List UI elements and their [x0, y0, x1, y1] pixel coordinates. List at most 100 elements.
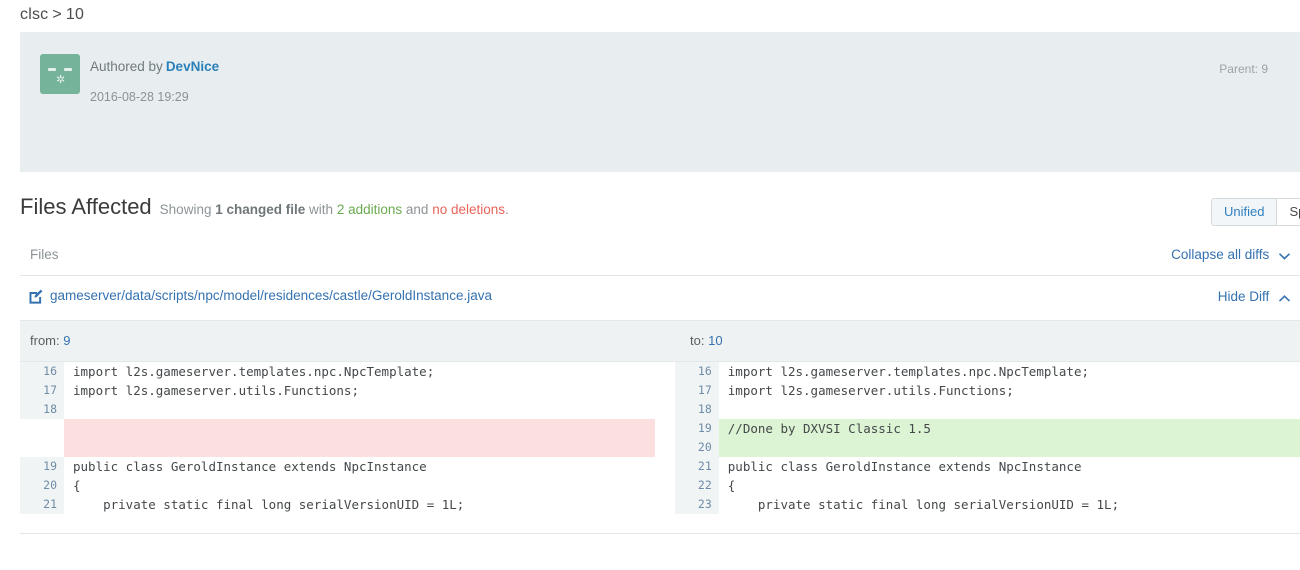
diff-line-code: import l2s.gameserver.utils.Functions; [718, 381, 1300, 400]
summary-period: . [505, 202, 509, 217]
collapse-all-diffs-button[interactable]: Collapse all diffs [1171, 247, 1290, 263]
diff-line-number: 16 [674, 362, 719, 381]
commit-diff-page: clsc >10 ✲ Authored by DevNice 2016-08-28 … [0, 0, 1300, 570]
avatar-eye-left-icon [48, 68, 56, 71]
files-table-header: Files Collapse all diffs [20, 236, 1300, 276]
diff-line: 22{ [674, 476, 1300, 495]
summary-changed-files: 1 changed file [215, 202, 306, 217]
breadcrumb-repo[interactable]: clsc [20, 6, 48, 23]
diff-line [20, 438, 656, 457]
diff-line: 17 import l2s.gameserver.utils.Functions; [674, 381, 1300, 400]
authored-by-line: Authored by DevNice [90, 59, 219, 74]
summary-additions: 2 additions [336, 202, 403, 217]
commit-date: 2016-08-28 19:29 [90, 90, 189, 104]
diff-to-revision: to: 10 [690, 333, 723, 348]
commit-header-banner: ✲ Authored by DevNice 2016-08-28 19:29 Pa… [20, 32, 1300, 172]
diff-line: 16 import l2s.gameserver.templates.npc.Np… [20, 362, 656, 381]
authored-by-label: Authored by [90, 59, 163, 74]
diff-line-code [64, 419, 656, 438]
diff-line: 19 public class GeroldInstance extends Np… [20, 457, 656, 476]
diff-line: 20{ [20, 476, 656, 495]
diff-line-number: 21 [20, 495, 64, 514]
diff-line: 16 import l2s.gameserver.templates.npc.Np… [674, 362, 1300, 381]
avatar-eye-right-icon [64, 68, 72, 71]
diff-line: 21 public class GeroldInstance extends Np… [674, 457, 1300, 476]
diff-line-code: { [718, 476, 1300, 495]
diff-from-value[interactable]: 9 [63, 333, 70, 348]
breadcrumb-separator: > [52, 6, 62, 23]
collapse-all-diffs-label: Collapse all diffs [1171, 247, 1270, 262]
avatar: ✲ [40, 54, 80, 94]
diff-line-code: import l2s.gameserver.templates.npc.NpcT… [64, 362, 656, 381]
summary-with: with [309, 202, 334, 217]
diff-line-code [64, 438, 656, 457]
diff-line-number: 16 [20, 362, 64, 381]
diff-line: 23 private static final long serialVersi… [674, 495, 1300, 514]
diff-line: 20 [674, 438, 1300, 457]
summary-and: and [405, 202, 429, 217]
file-edit-icon [28, 289, 43, 304]
diff-block: from: 9 to: 10 16 import l2s.gameserver.t… [20, 320, 1300, 514]
diff-line: 17 import l2s.gameserver.utils.Functions; [20, 381, 656, 400]
breadcrumb-revision[interactable]: 10 [66, 6, 84, 23]
diff-pane-right: 16 import l2s.gameserver.templates.npc.Np… [674, 362, 1300, 514]
diff-line-number [20, 438, 64, 457]
diff-line-code: import l2s.gameserver.templates.npc.NpcT… [718, 362, 1300, 381]
page-title: Files Affected [20, 194, 152, 219]
diff-line-code [718, 438, 1300, 457]
diff-revision-bar: from: 9 to: 10 [20, 321, 1300, 362]
diff-line-number: 23 [674, 495, 719, 514]
diff-line-number: 17 [674, 381, 719, 400]
diff-line-code: public class GeroldInstance extends NpcI… [64, 457, 656, 476]
chevron-down-icon [1279, 248, 1290, 263]
diff-line: 18 [20, 400, 656, 419]
diff-from-label: from: [30, 333, 60, 348]
diff-line-number: 18 [674, 400, 719, 419]
diff-line-code: import l2s.gameserver.utils.Functions; [64, 381, 656, 400]
diff-line-number: 19 [674, 419, 719, 438]
diff-line-code: private static final long serialVersionU… [718, 495, 1300, 514]
diff-line: 21 private static final long serialVersi… [20, 495, 656, 514]
diff-panes: 16 import l2s.gameserver.templates.npc.Np… [20, 362, 1300, 514]
parent-revision: Parent: 9 [1219, 62, 1268, 76]
diff-line-code: private static final long serialVersionU… [64, 495, 656, 514]
diff-pane-left: 16 import l2s.gameserver.templates.npc.Np… [20, 362, 656, 514]
diff-pane-divider [655, 362, 675, 514]
diff-from-revision: from: 9 [30, 333, 70, 348]
diff-line-code: { [64, 476, 656, 495]
avatar-mouth-icon: ✲ [56, 74, 66, 86]
file-row: gameserver/data/scripts/npc/model/reside… [20, 283, 1300, 315]
diff-line-code [718, 400, 1300, 419]
tab-split[interactable]: Split [1277, 199, 1300, 225]
files-affected-heading: Files Affected Showing 1 changed file wit… [20, 194, 509, 220]
diff-line-number: 20 [674, 438, 719, 457]
diff-line-number: 21 [674, 457, 719, 476]
files-affected-summary: Showing 1 changed file with 2 additions … [160, 202, 509, 217]
files-column-header: Files [30, 247, 59, 262]
diff-line-number: 18 [20, 400, 64, 419]
hide-diff-label: Hide Diff [1217, 289, 1270, 304]
diff-line-code: //Done by DXVSI Classic 1.5 [718, 419, 1300, 438]
author-link[interactable]: DevNice [166, 59, 219, 74]
hide-diff-button[interactable]: Hide Diff [1218, 289, 1290, 305]
diff-to-value[interactable]: 10 [708, 333, 722, 348]
diff-line [20, 419, 656, 438]
diff-view-toggle[interactable]: Unified Split [1211, 198, 1300, 226]
summary-deletions: no deletions [432, 202, 505, 217]
diff-line-number: 20 [20, 476, 64, 495]
tab-unified[interactable]: Unified [1212, 199, 1278, 225]
bottom-divider [20, 533, 1300, 534]
diff-line-number: 22 [674, 476, 719, 495]
diff-line-code [64, 400, 656, 419]
breadcrumb: clsc >10 [20, 0, 84, 30]
diff-to-label: to: [690, 333, 705, 348]
summary-showing: Showing [159, 202, 212, 217]
diff-line-code: public class GeroldInstance extends NpcI… [718, 457, 1300, 476]
chevron-up-icon [1279, 290, 1290, 305]
diff-line-number: 17 [20, 381, 64, 400]
file-path-link[interactable]: gameserver/data/scripts/npc/model/reside… [50, 288, 492, 303]
diff-line-number [20, 419, 64, 438]
diff-line: 19//Done by DXVSI Classic 1.5 [674, 419, 1300, 438]
diff-line: 18 [674, 400, 1300, 419]
diff-line-number: 19 [20, 457, 64, 476]
